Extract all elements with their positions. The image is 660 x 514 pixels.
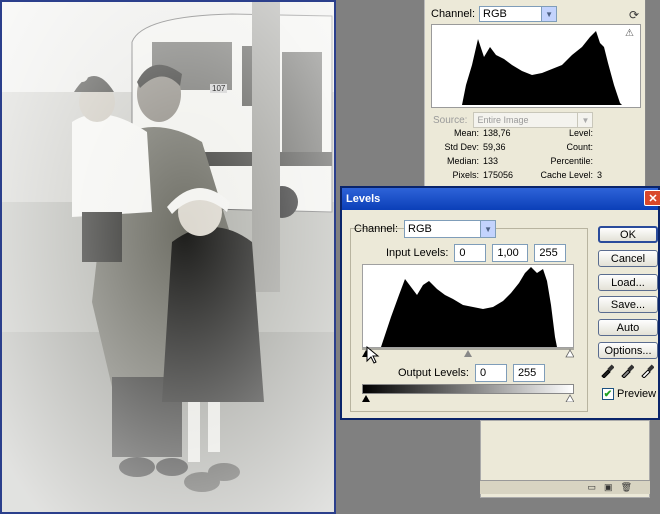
chevron-down-icon: ▼ — [541, 7, 557, 21]
ok-button[interactable]: OK — [598, 226, 658, 243]
input-levels-label: Input Levels: — [386, 247, 449, 259]
source-label: Source: — [433, 114, 468, 126]
stat-value: 133 — [483, 156, 499, 166]
stat-label: Std Dev: — [444, 142, 479, 152]
chevron-down-icon: ▼ — [577, 113, 593, 127]
levels-histogram — [362, 264, 574, 348]
stat-value: 175056 — [483, 170, 514, 180]
levels-title-bar[interactable]: Levels — [342, 188, 658, 210]
dialog-title: Levels — [346, 193, 381, 205]
output-white-field[interactable]: 255 — [512, 364, 545, 382]
output-levels-label: Output Levels: — [398, 367, 469, 379]
input-gamma-handle — [464, 350, 472, 357]
histogram-graph — [431, 24, 641, 108]
source-value: Entire Image — [477, 115, 529, 125]
input-gamma-field[interactable]: 1,00 — [492, 244, 529, 262]
histogram-channel-row: Channel: RGB ▼ — [431, 6, 558, 22]
bus-number-sign: 107 — [210, 84, 228, 93]
save-button[interactable]: Save... — [598, 296, 658, 313]
stat-label: Pixels: — [452, 170, 479, 180]
layer-style-icon[interactable]: ▭ — [588, 482, 597, 493]
stat-label: Cache Level: — [540, 170, 593, 180]
output-black-handle — [362, 395, 370, 402]
stat-label: Percentile: — [550, 156, 593, 166]
input-levels-row: Input Levels: 0 1,00 255 — [386, 244, 567, 262]
auto-button[interactable]: Auto — [598, 319, 658, 336]
histogram-channel-value: RGB — [483, 8, 507, 20]
output-levels-slider[interactable] — [362, 394, 574, 402]
input-levels-slider[interactable] — [362, 348, 574, 358]
preview-checkbox[interactable]: ✔ — [602, 388, 614, 400]
eyedropper-group — [600, 364, 654, 378]
levels-channel-value: RGB — [408, 223, 432, 235]
stat-value: 138,76 — [483, 128, 511, 138]
output-white-handle — [565, 394, 574, 402]
stats-row: Pixels: 175056 Cache Level: 3 — [429, 168, 643, 182]
preview-label[interactable]: Preview — [617, 388, 656, 400]
refresh-icon[interactable]: ⟳ — [629, 8, 639, 22]
levels-channel-select[interactable]: RGB ▼ — [404, 220, 497, 238]
gray-eyedropper-icon[interactable] — [620, 364, 634, 378]
chevron-down-icon: ▼ — [480, 221, 496, 237]
stat-label: Median: — [446, 156, 479, 166]
histogram-palette: Channel: RGB ▼ ⟳ ⚠ Source: Entire Image … — [424, 0, 646, 186]
stat-value: 59,36 — [483, 142, 506, 152]
layers-palette-footer: ▭ ▣ 🗑 — [480, 480, 650, 494]
input-white-handle — [565, 349, 574, 358]
channel-label: Channel: — [354, 223, 399, 235]
levels-channel-row: Channel: RGB ▼ — [354, 220, 497, 238]
histogram-stats: Mean: 138,76 Level: Std Dev: 59,36 Count… — [429, 126, 643, 182]
input-black-field[interactable]: 0 — [454, 244, 487, 262]
preview-row: ✔ Preview — [602, 388, 656, 400]
photo-document-window[interactable]: 107 — [0, 0, 336, 514]
mouse-pointer-icon — [366, 346, 380, 364]
close-button[interactable]: ✕ — [644, 190, 660, 206]
output-levels-row: Output Levels: 0 255 — [398, 364, 545, 382]
options-button[interactable]: Options... — [598, 342, 658, 359]
cancel-button[interactable]: Cancel — [598, 250, 658, 267]
warning-icon[interactable]: ⚠ — [625, 28, 634, 39]
output-black-field[interactable]: 0 — [474, 364, 507, 382]
load-button[interactable]: Load... — [598, 274, 658, 291]
levels-dialog: Levels ✕ Channel: RGB ▼ Input Levels: 0 … — [340, 186, 660, 420]
stat-label: Level: — [568, 128, 593, 138]
photo-image — [2, 2, 334, 512]
output-gradient-bar — [362, 384, 574, 394]
histogram-channel-label: Channel: — [431, 8, 476, 20]
stat-label: Count: — [566, 142, 593, 152]
trash-icon[interactable]: 🗑 — [621, 482, 632, 493]
stat-value: 3 — [597, 170, 603, 180]
stat-label: Mean: — [453, 128, 479, 138]
stats-row: Median: 133 Percentile: — [429, 154, 643, 168]
input-white-field[interactable]: 255 — [534, 244, 567, 262]
black-eyedropper-icon[interactable] — [600, 364, 614, 378]
white-eyedropper-icon[interactable] — [640, 364, 654, 378]
stats-row: Std Dev: 59,36 Count: — [429, 140, 643, 154]
new-layer-icon[interactable]: ▣ — [604, 482, 613, 493]
stats-row: Mean: 138,76 Level: — [429, 126, 643, 140]
histogram-channel-select[interactable]: RGB ▼ — [479, 6, 558, 22]
close-icon: ✕ — [648, 192, 658, 205]
